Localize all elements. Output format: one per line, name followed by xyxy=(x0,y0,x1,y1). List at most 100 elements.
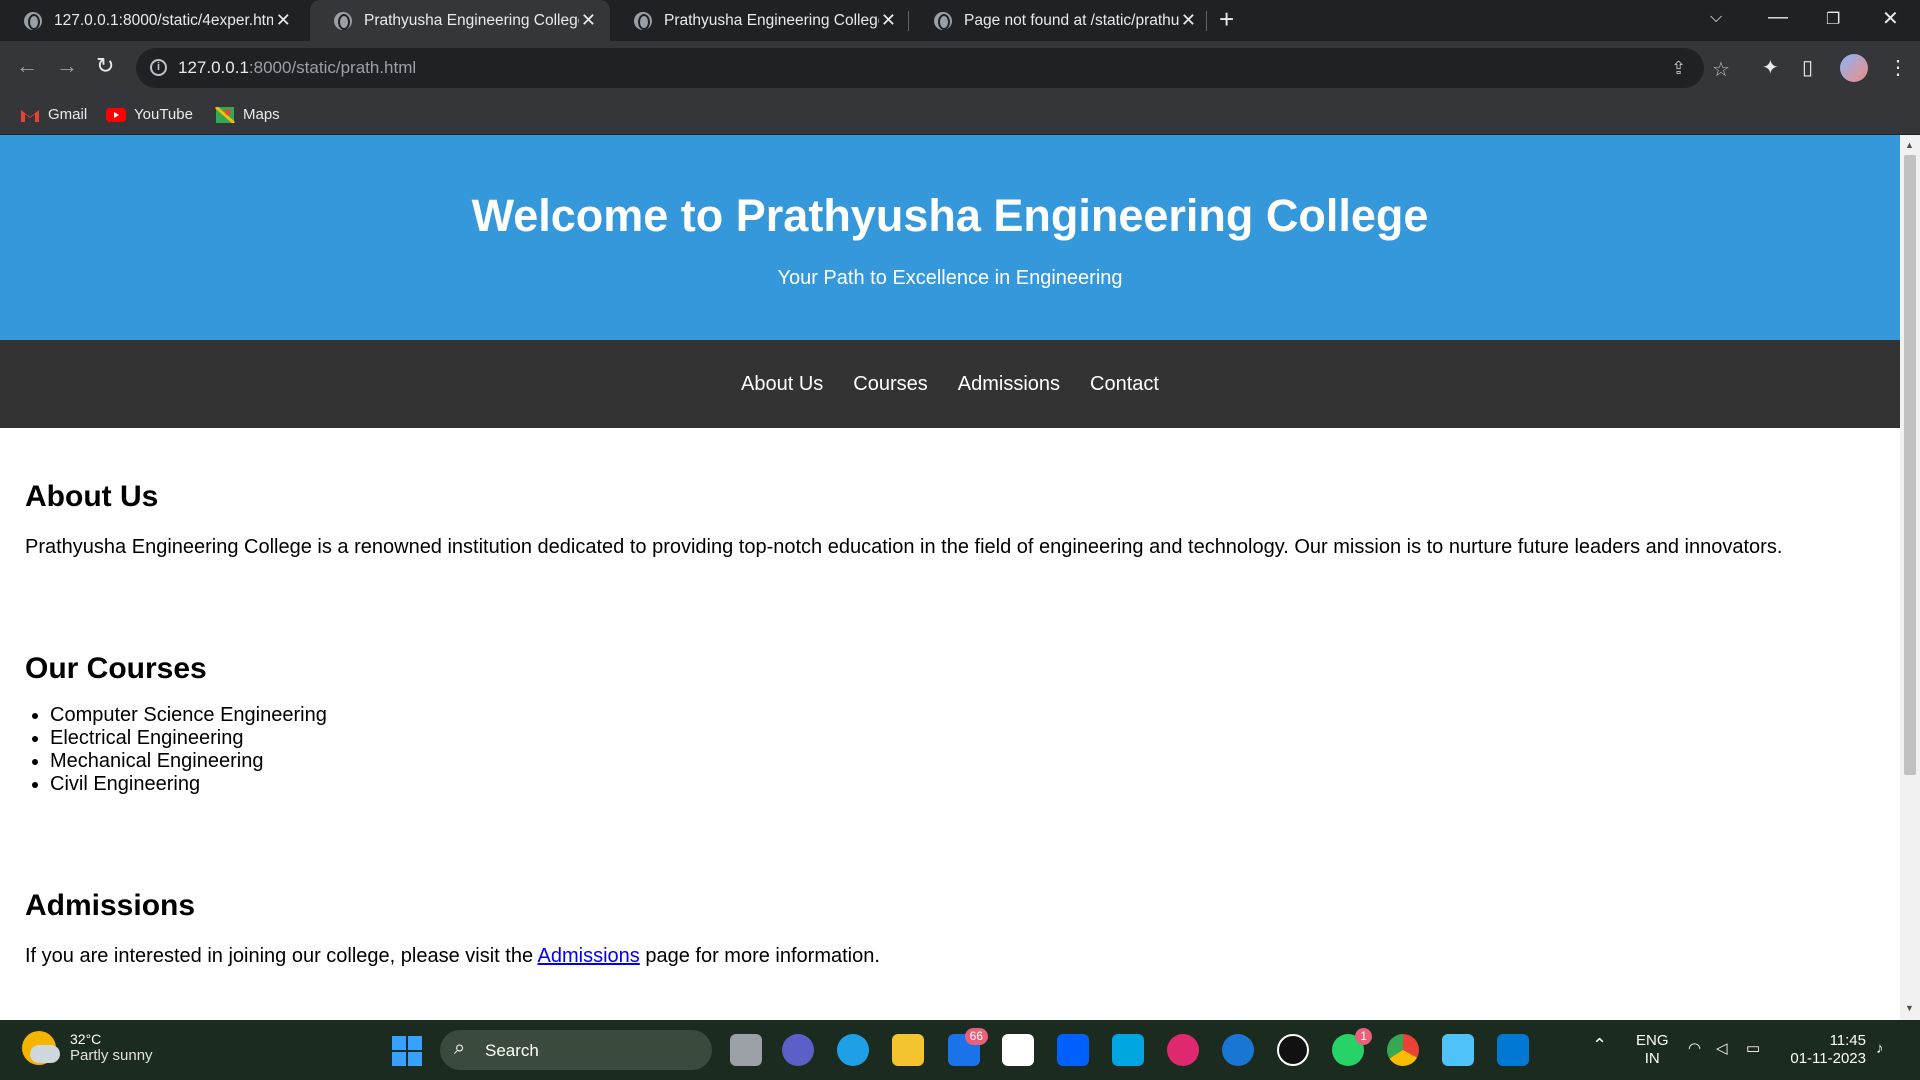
course-item: Computer Science Engineering xyxy=(50,704,1875,727)
vscode-icon[interactable] xyxy=(1497,1034,1529,1066)
profile-avatar[interactable] xyxy=(1840,54,1868,82)
tab-4exper[interactable]: 127.0.0.1:8000/static/4exper.htm ✕ xyxy=(0,0,305,41)
bookmark-star-icon[interactable]: ☆ xyxy=(1712,57,1730,82)
wps-office-icon[interactable] xyxy=(1167,1034,1199,1066)
whatsapp-icon[interactable]: 1 xyxy=(1332,1028,1372,1066)
close-window-icon[interactable]: ✕ xyxy=(1882,6,1899,31)
nav-admissions[interactable]: Admissions xyxy=(958,373,1060,396)
scrollbar-thumb[interactable] xyxy=(1904,155,1916,775)
whatsapp-badge: 1 xyxy=(1355,1028,1372,1045)
close-tab-icon[interactable]: ✕ xyxy=(1179,10,1198,31)
about-section: About Us Prathyusha Engineering College … xyxy=(0,428,1900,559)
bookmark-label: Maps xyxy=(243,106,280,123)
bookmark-label: Gmail xyxy=(48,106,88,123)
tab-separator xyxy=(908,11,909,31)
mail-icon[interactable]: 66 xyxy=(948,1028,988,1066)
globe-icon xyxy=(634,11,652,30)
back-icon[interactable]: ← xyxy=(16,53,38,79)
wifi-icon[interactable]: ◠ xyxy=(1688,1040,1701,1058)
scroll-down-arrow-icon[interactable]: ▼ xyxy=(1905,1003,1914,1013)
maps-icon xyxy=(215,106,235,123)
bookmark-gmail[interactable]: Gmail xyxy=(20,106,87,123)
new-tab-icon[interactable]: + xyxy=(1219,4,1234,35)
gmail-icon xyxy=(21,109,39,122)
windows-taskbar: 32°C Partly sunny ⌕ Search 66 1 ⌃ ENG IN… xyxy=(0,1020,1920,1080)
notification-bell-icon[interactable]: ♪ xyxy=(1876,1040,1884,1058)
address-bar[interactable]: i 127.0.0.1:8000/static/prath.html ⇪ ☆ xyxy=(136,48,1730,88)
tab-title: Prathyusha Engineering College xyxy=(664,11,879,29)
volume-icon[interactable]: ◁ xyxy=(1716,1040,1728,1058)
share-icon[interactable]: ⇪ xyxy=(1671,58,1686,79)
forward-icon[interactable]: → xyxy=(56,53,78,79)
globe-icon xyxy=(24,11,42,30)
nav-contact[interactable]: Contact xyxy=(1090,373,1159,396)
course-item: Mechanical Engineering xyxy=(50,750,1875,773)
admissions-link[interactable]: Admissions xyxy=(538,945,640,967)
weather-widget[interactable]: 32°C Partly sunny xyxy=(22,1031,153,1065)
close-tab-icon[interactable]: ✕ xyxy=(579,10,598,31)
tab-title: Prathyusha Engineering College xyxy=(364,11,579,29)
partly-sunny-icon xyxy=(22,1031,60,1065)
site-header: Welcome to Prathyusha Engineering Colleg… xyxy=(0,135,1900,340)
admissions-text: If you are interested in joining our col… xyxy=(25,945,1875,968)
taskbar-search[interactable]: ⌕ Search xyxy=(440,1030,712,1070)
file-explorer-icon[interactable] xyxy=(892,1034,924,1066)
start-button[interactable] xyxy=(392,1036,422,1066)
bookmark-label: YouTube xyxy=(134,106,193,123)
tab-strip: 127.0.0.1:8000/static/4exper.htm ✕ Prath… xyxy=(0,0,1920,41)
extensions-icon[interactable]: ✦ xyxy=(1762,55,1779,80)
admissions-section: Admissions If you are interested in join… xyxy=(0,796,1900,968)
battery-icon[interactable]: ▭ xyxy=(1746,1040,1760,1058)
myhp-icon[interactable] xyxy=(1112,1034,1144,1066)
teams-chat-icon[interactable] xyxy=(782,1034,814,1066)
word-app-icon[interactable] xyxy=(1222,1034,1254,1066)
page-tagline: Your Path to Excellence in Engineering xyxy=(777,267,1123,289)
edge-icon[interactable] xyxy=(837,1034,869,1066)
bookmark-youtube[interactable]: YouTube xyxy=(106,106,193,123)
reload-icon[interactable]: ↻ xyxy=(96,53,114,79)
restore-icon[interactable]: ❐ xyxy=(1826,9,1840,29)
chrome-icon[interactable] xyxy=(1387,1034,1419,1066)
url-path: :8000/static/prath.html xyxy=(248,58,417,77)
chevron-up-icon[interactable]: ⌃ xyxy=(1592,1036,1607,1054)
course-item: Civil Engineering xyxy=(50,773,1875,796)
course-item: Electrical Engineering xyxy=(50,727,1875,750)
bookmarks-bar: Gmail YouTube Maps xyxy=(0,97,1920,135)
close-tab-icon[interactable]: ✕ xyxy=(273,10,293,31)
tab-page-not-found[interactable]: Page not found at /static/prathu ✕ xyxy=(910,0,1210,41)
tab-prathyusha-active[interactable]: Prathyusha Engineering College ✕ xyxy=(310,0,610,41)
url-text[interactable]: 127.0.0.1:8000/static/prath.html xyxy=(178,58,416,78)
admissions-text-before: If you are interested in joining our col… xyxy=(25,945,534,967)
bookmark-maps[interactable]: Maps xyxy=(215,106,280,123)
side-panel-icon[interactable]: ▯ xyxy=(1802,55,1813,80)
search-icon: ⌕ xyxy=(454,1037,466,1059)
admissions-text-after: page for more information. xyxy=(645,945,880,967)
notepad-icon[interactable] xyxy=(1442,1034,1474,1066)
dropbox-icon[interactable] xyxy=(1057,1034,1089,1066)
amazon-icon[interactable] xyxy=(1002,1034,1034,1066)
nav-about-us[interactable]: About Us xyxy=(741,373,823,396)
tab-search-icon[interactable]: ⌵ xyxy=(1710,9,1722,27)
page-scrollbar[interactable]: ▲ ▼ xyxy=(1900,135,1920,1020)
minimize-icon[interactable]: — xyxy=(1768,6,1788,29)
clock-time: 11:45 xyxy=(1829,1032,1866,1049)
task-view-icon[interactable] xyxy=(730,1034,762,1066)
menu-kebab-icon[interactable]: ⋮ xyxy=(1888,55,1908,80)
unreal-icon[interactable] xyxy=(1277,1034,1309,1066)
mail-badge: 66 xyxy=(964,1028,988,1045)
site-info-icon[interactable]: i xyxy=(150,59,167,76)
language-indicator[interactable]: ENG IN xyxy=(1636,1032,1669,1068)
tab-separator xyxy=(1206,11,1207,31)
page-title: Welcome to Prathyusha Engineering Colleg… xyxy=(471,190,1429,241)
nav-courses[interactable]: Courses xyxy=(853,373,927,396)
tab-title: Page not found at /static/prathu xyxy=(964,11,1179,29)
globe-icon xyxy=(934,11,952,30)
scroll-up-arrow-icon[interactable]: ▲ xyxy=(1905,140,1914,150)
courses-section: Our Courses Computer Science Engineering… xyxy=(0,559,1900,796)
site-nav: About Us Courses Admissions Contact xyxy=(0,340,1900,428)
clock[interactable]: 11:45 01-11-2023 xyxy=(1786,1032,1866,1068)
language-bottom: IN xyxy=(1644,1050,1660,1067)
close-tab-icon[interactable]: ✕ xyxy=(879,10,898,31)
tab-prathyusha-2[interactable]: Prathyusha Engineering College ✕ xyxy=(610,0,910,41)
weather-temp: 32°C xyxy=(70,1031,102,1047)
